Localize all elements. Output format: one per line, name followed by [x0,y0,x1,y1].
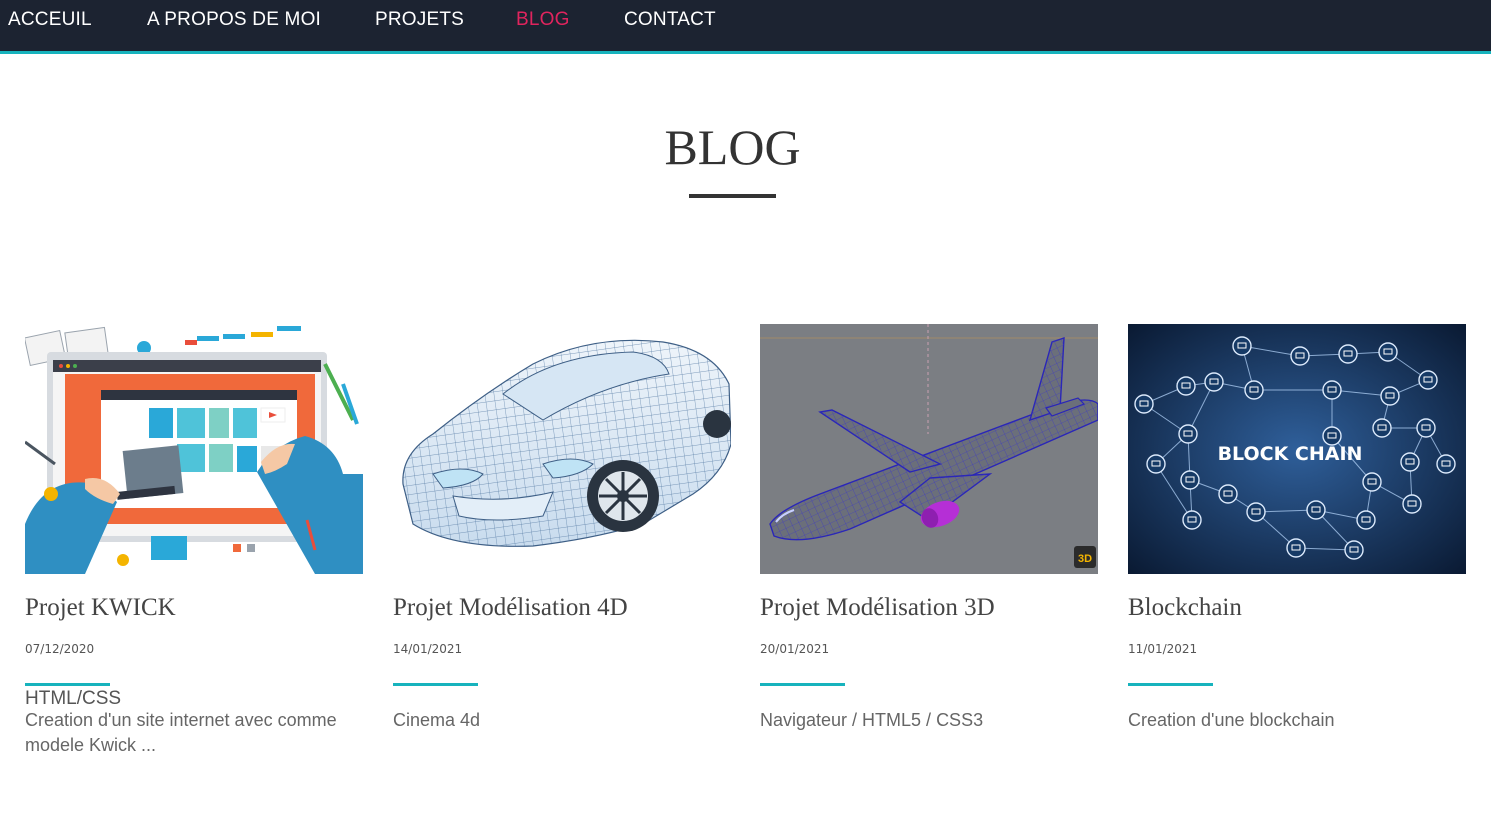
blog-card-kwick[interactable]: Projet KWICK 07/12/2020 HTML/CSS Creatio… [25,324,363,755]
nav-item-a-propos[interactable]: A PROPOS DE MOI [147,9,321,31]
network-node-icon [1286,538,1306,558]
network-node-icon [1338,344,1358,364]
card-image-blockchain[interactable]: BLOCK CHAIN [1128,324,1466,574]
nav-item-acceuil[interactable]: ACCEUIL [8,9,92,31]
title-underline [689,194,776,198]
card-date: 11/01/2021 [1128,642,1198,656]
card-date: 20/01/2021 [760,642,830,656]
network-node-icon [1372,418,1392,438]
network-node-icon [1400,452,1420,472]
blog-card-modelisation-3d[interactable]: 3D Projet Modélisation 3D 20/01/2021 Nav… [760,324,1098,730]
network-node-icon [1134,394,1154,414]
nav-item-projets[interactable]: PROJETS [375,9,464,31]
card-title[interactable]: Projet Modélisation 3D [760,594,995,622]
network-node-icon [1180,470,1200,490]
blog-card-modelisation-4d[interactable]: Projet Modélisation 4D 14/01/2021 Cinema… [393,324,731,730]
network-node-icon [1176,376,1196,396]
network-node-icon [1146,454,1166,474]
wireframe-airplane-illustration: 3D [760,324,1098,574]
blockchain-network-illustration: BLOCK CHAIN [1128,324,1466,574]
page-title: BLOG [664,119,801,175]
card-divider [393,683,478,686]
card-title[interactable]: Projet Modélisation 4D [393,594,628,622]
network-node-icon [1182,510,1202,530]
network-node-icon [1402,494,1422,514]
card-image-car[interactable] [393,324,731,574]
svg-text:3D: 3D [1078,553,1092,565]
blog-card-blockchain[interactable]: BLOCK CHAIN Blockchain 11/01/2021 Creati… [1128,324,1466,730]
network-node-icon [1436,454,1456,474]
top-navbar: ACCEUIL A PROPOS DE MOI PROJETS BLOG CON… [0,0,1491,54]
network-node-icon [1232,336,1252,356]
card-divider [1128,683,1213,686]
card-title[interactable]: Blockchain [1128,594,1242,622]
network-node-icon [1344,540,1364,560]
network-node-icon [1380,386,1400,406]
card-tag: HTML/CSS [25,688,122,709]
wireframe-car-illustration [393,324,731,574]
web-design-illustration [25,324,363,574]
network-node-icon [1290,346,1310,366]
card-description: Creation d'une blockchain [1128,710,1335,730]
network-node-icon [1356,510,1376,530]
card-title[interactable]: Projet KWICK [25,594,176,622]
network-node-icon [1306,500,1326,520]
network-node-icon [1416,418,1436,438]
network-node-icon [1322,380,1342,400]
card-divider [760,683,845,686]
card-description: Cinema 4d [393,710,481,730]
network-node-icon [1178,424,1198,444]
network-node-icon [1244,380,1264,400]
nav-item-contact[interactable]: CONTACT [624,9,716,31]
network-node-icon [1204,372,1224,392]
network-node-icon [1246,502,1266,522]
blockchain-image-text: BLOCK CHAIN [1218,443,1363,465]
nav-item-blog[interactable]: BLOG [516,9,570,31]
network-node-icon [1378,342,1398,362]
network-node-icon [1218,484,1238,504]
card-image-kwick[interactable] [25,324,363,574]
card-date: 14/01/2021 [393,642,463,656]
card-divider [25,683,110,686]
network-node-icon [1418,370,1438,390]
card-date: 07/12/2020 [25,642,95,656]
card-description: Creation d'un site internet avec comme m… [25,710,337,755]
network-node-icon [1362,472,1382,492]
card-image-airplane[interactable]: 3D [760,324,1098,574]
card-description: Navigateur / HTML5 / CSS3 [760,710,984,730]
